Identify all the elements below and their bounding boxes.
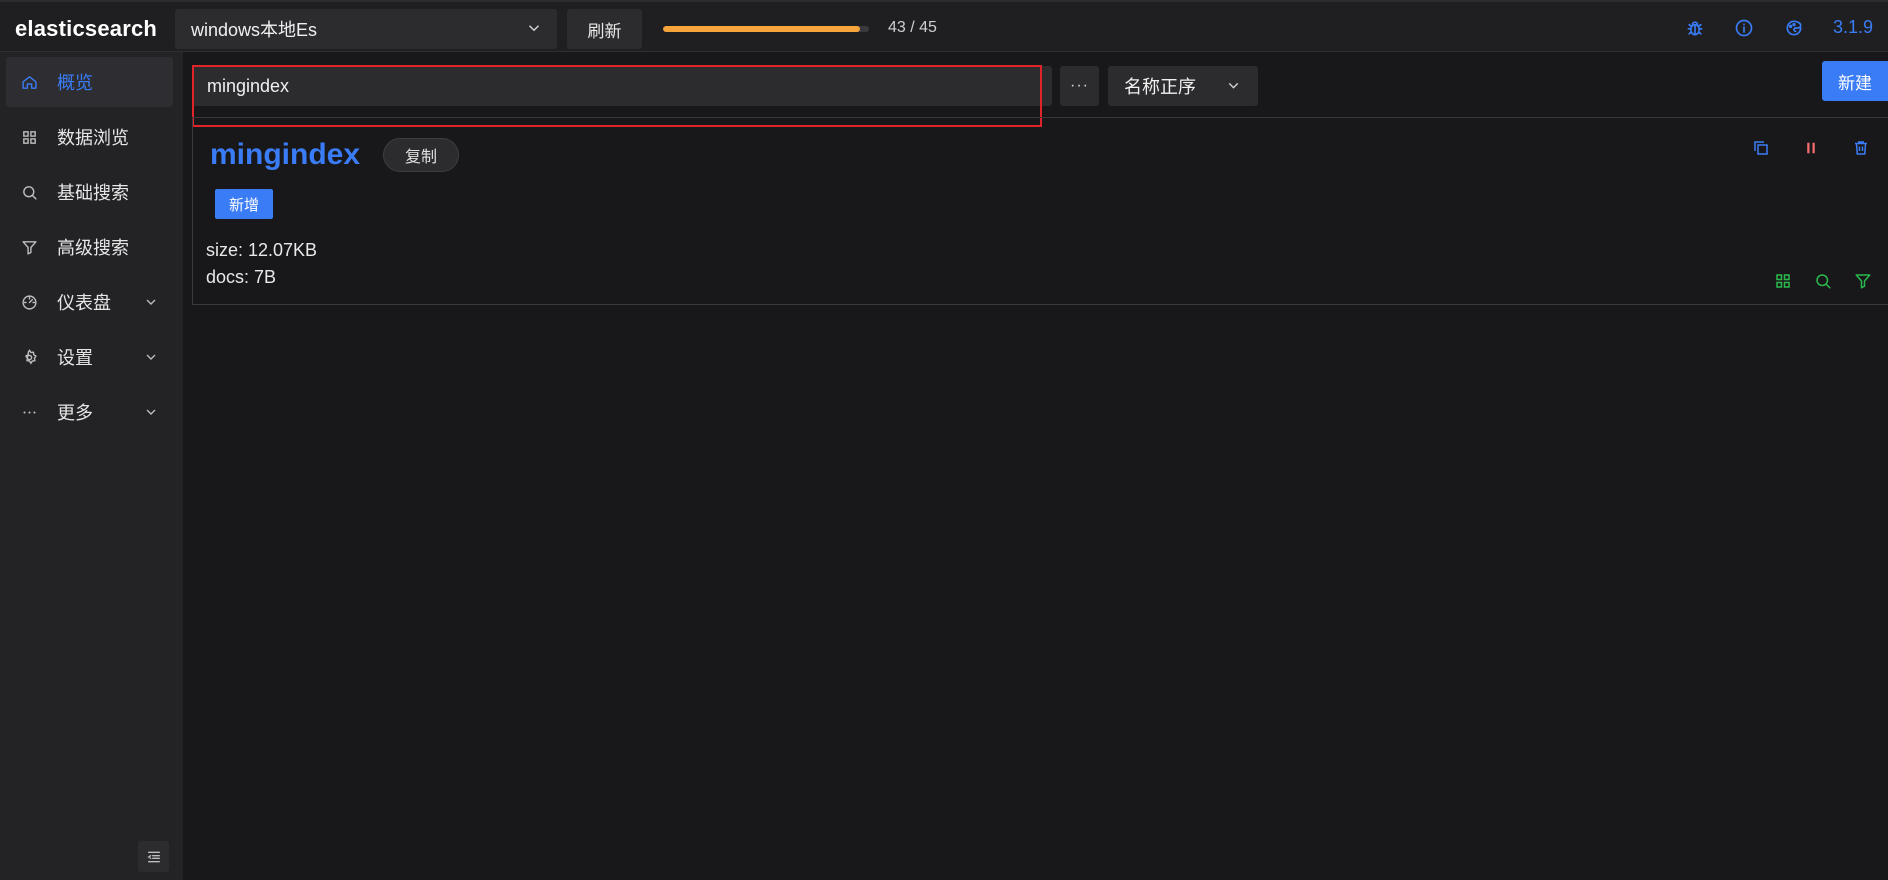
menu-collapse-icon xyxy=(146,851,160,862)
sidebar-item-label: 设置 xyxy=(57,348,93,368)
cluster-select-value: windows本地Es xyxy=(191,20,318,40)
sidebar-item-more[interactable]: 更多 xyxy=(6,387,173,437)
version-label[interactable]: 3.1.9 xyxy=(1833,17,1873,38)
cluster-select[interactable]: windows本地Es xyxy=(175,9,557,49)
new-index-button[interactable]: 新建 xyxy=(1822,61,1888,101)
index-search-input[interactable] xyxy=(207,75,1027,97)
sidebar-item-data-browse[interactable]: 数据浏览 xyxy=(6,112,173,162)
chevron-down-icon xyxy=(146,409,156,415)
sidebar-item-label: 基础搜索 xyxy=(57,183,129,203)
shard-progress-text: 43 / 45 xyxy=(888,19,937,36)
chevron-down-icon xyxy=(146,299,156,305)
search-icon[interactable] xyxy=(1814,272,1832,290)
index-card: mingindex 复制 新增 size: 12.07KB docs: 7B xyxy=(192,118,1888,305)
app-logo: elasticsearch xyxy=(15,16,158,41)
shard-progress-bar xyxy=(663,26,869,32)
sidebar: 概览 数据浏览 基础搜索 高级搜索 仪表盘 设置 更多 xyxy=(0,52,183,880)
sidebar-item-settings[interactable]: 设置 xyxy=(6,332,173,382)
search-icon xyxy=(23,185,37,200)
copy-icon[interactable] xyxy=(1752,139,1770,157)
theme-icon[interactable] xyxy=(1784,18,1804,38)
delete-icon[interactable] xyxy=(1852,139,1870,157)
grid-icon xyxy=(23,130,36,144)
filter-icon xyxy=(22,240,37,255)
sidebar-item-advanced-search[interactable]: 高级搜索 xyxy=(6,222,173,272)
settings-icon xyxy=(24,348,37,364)
more-options-button[interactable]: ··· xyxy=(1060,66,1099,106)
sidebar-item-label: 高级搜索 xyxy=(57,238,129,258)
index-search-field[interactable] xyxy=(192,66,1052,106)
chevron-down-icon xyxy=(1228,82,1239,89)
pause-icon[interactable] xyxy=(1802,139,1820,157)
index-status-tag: 新增 xyxy=(215,189,273,219)
refresh-button[interactable]: 刷新 xyxy=(567,9,642,49)
sidebar-item-label: 更多 xyxy=(57,403,93,423)
top-header: elasticsearch windows本地Es 刷新 43 / 45 3.1… xyxy=(0,0,1888,52)
sidebar-collapse-button[interactable] xyxy=(138,841,169,872)
index-name[interactable]: mingindex xyxy=(210,138,360,172)
ellipsis-icon xyxy=(23,410,36,414)
sort-order-value: 名称正序 xyxy=(1124,77,1196,97)
sidebar-item-dashboard[interactable]: 仪表盘 xyxy=(6,277,173,327)
dashboard-icon xyxy=(22,294,37,310)
filter-icon[interactable] xyxy=(1854,272,1872,290)
bug-icon[interactable] xyxy=(1685,18,1705,38)
chevron-down-icon xyxy=(146,354,156,360)
grid-icon[interactable] xyxy=(1774,272,1792,290)
sidebar-item-label: 仪表盘 xyxy=(57,293,111,313)
chevron-down-icon xyxy=(528,25,540,32)
sidebar-item-label: 数据浏览 xyxy=(57,128,129,148)
shard-progress-fill xyxy=(663,26,860,32)
sidebar-item-label: 概览 xyxy=(57,73,93,93)
index-size: size: 12.07KB xyxy=(206,240,318,260)
home-icon xyxy=(22,75,37,89)
sidebar-item-overview[interactable]: 概览 xyxy=(6,57,173,107)
copy-index-name-button[interactable]: 复制 xyxy=(383,138,459,172)
index-docs: docs: 7B xyxy=(206,267,277,287)
sidebar-item-basic-search[interactable]: 基础搜索 xyxy=(6,167,173,217)
sort-order-select[interactable]: 名称正序 xyxy=(1108,66,1258,106)
info-icon[interactable] xyxy=(1734,18,1754,38)
